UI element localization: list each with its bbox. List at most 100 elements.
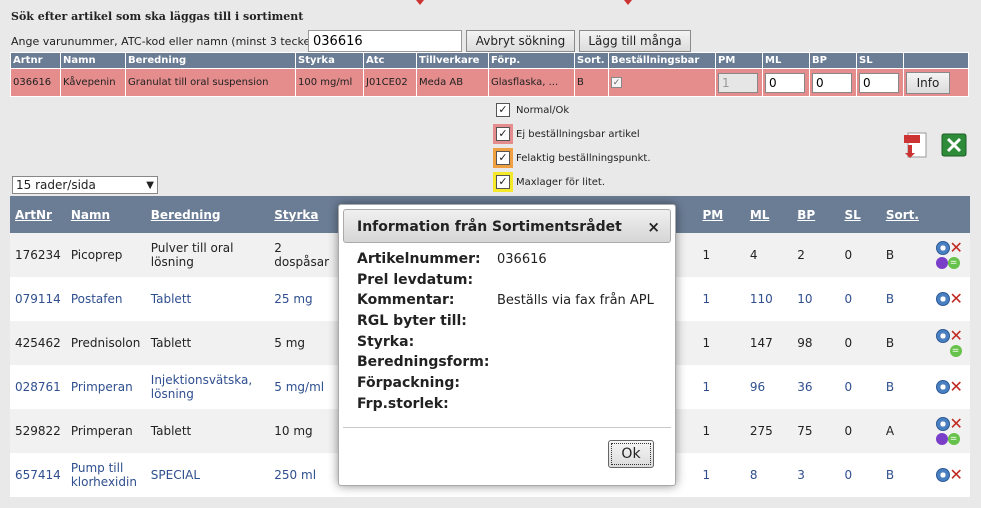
header-bp[interactable]: BP: [792, 196, 840, 233]
header-sort[interactable]: Sort.: [880, 196, 931, 233]
legend-label: Normal/Ok: [516, 105, 570, 116]
header-sl[interactable]: SL: [839, 196, 881, 233]
cell-namn: Primperan: [65, 409, 146, 453]
ok-button[interactable]: Ok: [608, 440, 654, 468]
sl-input[interactable]: [859, 72, 899, 93]
rows-per-page-select[interactable]: 15 rader/sida ▼: [12, 176, 158, 194]
cell-beredning: Pulver till oral lösning: [145, 233, 270, 277]
delete-icon[interactable]: ✕: [950, 240, 963, 256]
delete-icon[interactable]: ✕: [950, 291, 963, 307]
cell-sort: B: [880, 233, 931, 277]
legend-swatch: ✓: [493, 124, 513, 144]
excel-export-icon[interactable]: [941, 133, 967, 157]
cell-sort: B: [880, 453, 931, 497]
col-ml: ML: [762, 52, 810, 69]
cell-beredning: Tablett: [145, 277, 270, 321]
gear-icon[interactable]: [935, 468, 950, 483]
cell-namn: Postafen: [65, 277, 146, 321]
col-info: [903, 52, 969, 69]
field-label: Styrka:: [357, 334, 415, 350]
search-label: Ange varunummer, ATC-kod eller namn (min…: [11, 35, 326, 48]
field-value: Beställs via fax från APL: [497, 293, 654, 308]
legend-swatch: ✓: [493, 100, 513, 120]
pm-input: [718, 72, 758, 93]
header-ml[interactable]: ML: [744, 196, 793, 233]
delete-icon[interactable]: ✕: [950, 328, 963, 344]
col-atc: Atc: [363, 52, 417, 69]
purple-status-icon[interactable]: [935, 256, 948, 269]
cell-artnr: 176234: [10, 233, 66, 277]
field-label: Frp.storlek:: [357, 396, 449, 412]
gear-icon[interactable]: [935, 292, 950, 307]
equals-icon[interactable]: =: [947, 432, 960, 445]
cell-sl: 0: [839, 453, 881, 497]
field-value: 036616: [497, 252, 547, 267]
cell-actions: ✕: [930, 365, 970, 409]
orderable-checkbox: ✓: [611, 77, 622, 88]
gear-icon[interactable]: [935, 329, 950, 344]
cell-bp: 36: [792, 365, 840, 409]
close-icon[interactable]: ×: [647, 218, 660, 236]
cancel-search-button[interactable]: Avbryt sökning: [466, 30, 575, 52]
cell-ml: [762, 68, 810, 97]
cell-actions: ✕: [930, 453, 970, 497]
add-many-button[interactable]: Lägg till många: [579, 30, 691, 52]
equals-icon[interactable]: =: [949, 344, 962, 357]
cell-pm: 1: [697, 365, 745, 409]
cell-ml: 8: [744, 453, 793, 497]
cell-beredning: SPECIAL: [145, 453, 270, 497]
header-pm[interactable]: PM: [697, 196, 745, 233]
delete-icon[interactable]: ✕: [950, 416, 963, 432]
rows-per-page-value: 15 rader/sida: [16, 178, 96, 192]
col-artnr: Artnr: [10, 52, 61, 69]
delete-icon[interactable]: ✕: [950, 379, 963, 395]
gear-icon[interactable]: [935, 380, 950, 395]
purple-status-icon[interactable]: [935, 432, 948, 445]
search-input[interactable]: [308, 30, 462, 52]
cell-namn: Picoprep: [65, 233, 146, 277]
header-namn[interactable]: Namn: [65, 196, 146, 233]
cell-ml: 275: [744, 409, 793, 453]
cell-bp: 2: [792, 233, 840, 277]
col-tillverkare: Tillverkare: [416, 52, 489, 69]
col-styrka: Styrka: [295, 52, 364, 69]
col-forp: Förp.: [488, 52, 575, 69]
search-title: Sök efter artikel som ska läggas till i …: [11, 10, 304, 23]
cell-pm: 1: [697, 453, 745, 497]
cell-artnr: 425462: [10, 321, 66, 365]
legend-item-not-orderable: ✓ Ej beställningsbar artikel: [493, 124, 640, 144]
cell-namn: Kåvepenin: [60, 68, 126, 97]
cell-styrka: 100 mg/ml: [295, 68, 364, 97]
gear-icon[interactable]: [935, 417, 950, 432]
ml-input[interactable]: [765, 72, 805, 93]
header-artnr[interactable]: ArtNr: [10, 196, 66, 233]
dialog-header: Information från Sortimentsrådet ×: [343, 209, 671, 243]
delete-icon[interactable]: ✕: [950, 467, 963, 483]
info-button[interactable]: Info: [906, 71, 950, 94]
cell-forp: Glasflaska, ...: [488, 68, 575, 97]
bp-input[interactable]: [812, 72, 852, 93]
cell-artnr: 079114: [10, 277, 66, 321]
col-beredning: Beredning: [125, 52, 296, 69]
cell-sl: [856, 68, 904, 97]
cell-bp: 75: [792, 409, 840, 453]
cell-sl: 0: [839, 233, 881, 277]
cell-bestallningsbar: ✓: [608, 68, 716, 97]
col-sort: Sort.: [574, 52, 609, 69]
header-styrka[interactable]: Styrka: [269, 196, 340, 233]
pdf-export-icon[interactable]: [903, 131, 929, 159]
cell-sort: B: [880, 365, 931, 409]
cell-ml: 110: [744, 277, 793, 321]
page: Sök efter artikel som ska läggas till i …: [0, 0, 981, 508]
chevron-down-icon: ▼: [146, 180, 154, 191]
header-beredning[interactable]: Beredning: [145, 196, 270, 233]
cell-bp: 3: [792, 453, 840, 497]
col-pm: PM: [715, 52, 763, 69]
field-label: Prel levdatum:: [357, 272, 474, 288]
cell-actions: ✕: [930, 277, 970, 321]
search-result-header: Artnr Namn Beredning Styrka Atc Tillverk…: [10, 52, 969, 69]
equals-icon[interactable]: =: [947, 256, 960, 269]
gear-icon[interactable]: [935, 241, 950, 256]
field-label: Kommentar:: [357, 292, 455, 308]
cell-beredning: Injektionsvätska, lösning: [145, 365, 270, 409]
